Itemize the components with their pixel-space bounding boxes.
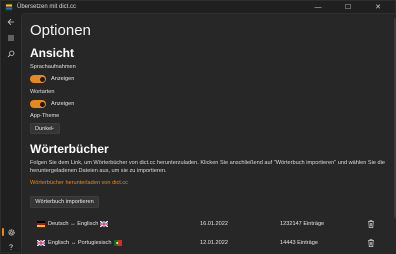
dictionary-row: Deutsch ↔ Englisch 16.01.2022 1232147 Ei…: [22, 218, 396, 232]
settings-button[interactable]: [3, 225, 19, 239]
voice-recordings-label: Sprachaufnahmen: [30, 64, 76, 70]
help-button[interactable]: [3, 240, 19, 254]
dictionary-entry-count: 1232147 Einträge: [280, 221, 325, 227]
title-bar: Übersetzen mit dict.cc — ☐ ✕: [1, 1, 395, 13]
download-dictionaries-link[interactable]: Wörterbücher herunterladen von dict.cc: [30, 180, 128, 186]
close-button[interactable]: ✕: [367, 1, 389, 13]
view-section-heading: Ansicht: [30, 46, 75, 60]
dictionary-name: Englisch ↔ Portugiesisch: [48, 240, 112, 246]
import-dictionary-button[interactable]: Wörterbuch importieren: [30, 196, 99, 208]
dictionary-name: Deutsch ↔ Englisch: [48, 221, 99, 227]
minimize-button[interactable]: —: [307, 1, 329, 13]
portugal-flag-icon: [114, 240, 122, 246]
dictionary-entry-count: 14443 Einträge: [280, 240, 318, 246]
maximize-icon: ☐: [344, 4, 352, 11]
chevron-down-icon: ⌄: [50, 125, 55, 131]
dictionary-row: Englisch ↔ Portugiesisch 12.01.2022 1444…: [22, 237, 396, 251]
word-types-toggle-label: Anzeigen: [51, 101, 75, 107]
dictionaries-description: Folgen Sie dem Link, um Wörterbücher von…: [30, 160, 386, 174]
window-title: Übersetzen mit dict.cc: [17, 4, 77, 10]
search-icon: [7, 50, 15, 58]
app-theme-value: Dunkel: [35, 125, 53, 132]
menu-button[interactable]: [3, 31, 19, 45]
page-title: Optionen: [30, 22, 91, 39]
german-flag-icon: [37, 221, 45, 227]
hamburger-menu-icon: [8, 35, 14, 41]
dictionaries-section-heading: Wörterbücher: [30, 142, 109, 156]
help-icon: [9, 244, 13, 251]
app-window: Übersetzen mit dict.cc — ☐ ✕ Optionen An…: [0, 0, 396, 254]
uk-flag-icon: [37, 240, 45, 246]
dictionary-date: 12.01.2022: [200, 240, 228, 246]
back-button[interactable]: [3, 15, 19, 29]
trash-icon[interactable]: [366, 219, 376, 229]
toggle-knob: [39, 76, 45, 82]
search-button[interactable]: [3, 47, 19, 61]
word-types-label: Wortarten: [30, 89, 55, 95]
gear-icon: [7, 228, 15, 236]
maximize-button[interactable]: ☐: [337, 1, 359, 13]
settings-page: Optionen Ansicht Sprachaufnahmen Anzeige…: [21, 13, 396, 254]
voice-recordings-toggle[interactable]: [30, 75, 46, 83]
uk-flag-icon: [100, 221, 108, 227]
app-theme-dropdown[interactable]: Dunkel ⌄: [30, 123, 60, 134]
trash-icon[interactable]: [366, 238, 376, 248]
minimize-icon: —: [314, 3, 322, 11]
back-arrow-icon: [7, 18, 14, 26]
app-theme-label: App-Theme: [30, 113, 60, 119]
navigation-rail: [1, 13, 21, 254]
word-types-toggle[interactable]: [30, 100, 46, 108]
toggle-knob: [39, 101, 45, 107]
app-logo-icon: [5, 3, 13, 11]
voice-recordings-toggle-label: Anzeigen: [51, 76, 75, 82]
dictionary-date: 16.01.2022: [200, 221, 228, 227]
close-icon: ✕: [375, 4, 381, 11]
